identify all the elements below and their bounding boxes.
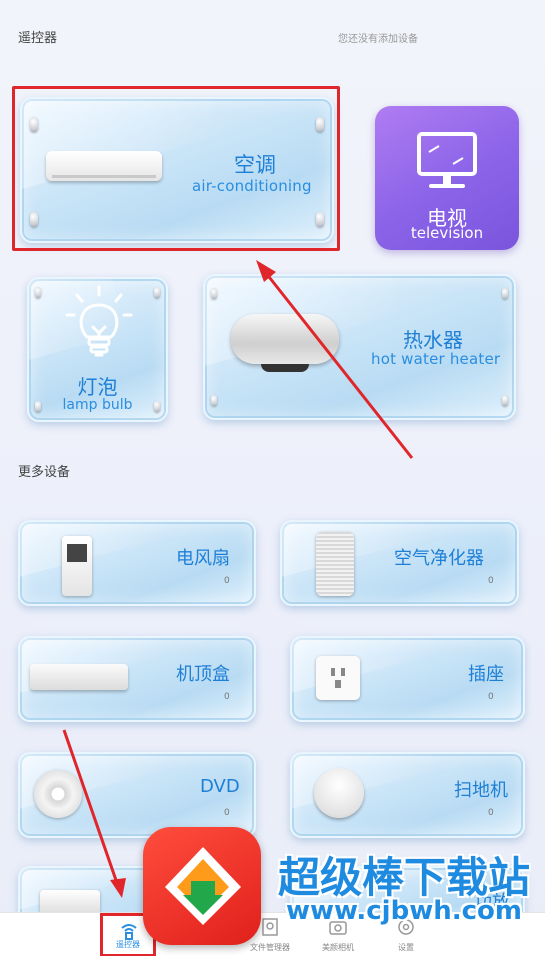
robot-vacuum-count: 0: [488, 808, 494, 818]
dvd-count: 0: [224, 808, 230, 818]
watermark-logo-icon: [143, 827, 261, 945]
monitor-icon: [415, 130, 479, 194]
nav-label-files: 文件管理器: [250, 943, 290, 952]
more-section-title: 更多设备: [18, 465, 71, 480]
pin-icon: [502, 288, 508, 299]
fan-icon: [62, 536, 92, 596]
device-card-socket[interactable]: 插座 0: [290, 636, 525, 722]
fan-count: 0: [224, 576, 230, 586]
lamp-title: 灯泡: [77, 375, 118, 399]
nav-label-camera: 美颜相机: [322, 943, 354, 952]
set-top-box-title: 机顶盒: [176, 664, 230, 685]
device-card-fan[interactable]: 电风扇 0: [18, 520, 256, 606]
pin-icon: [211, 288, 217, 299]
device-card-set-top-box[interactable]: 机顶盒 0: [18, 636, 256, 722]
light-bulb-icon: [59, 283, 139, 363]
file-search-icon: [262, 918, 278, 936]
pin-icon: [35, 287, 41, 298]
pin-icon: [502, 395, 508, 406]
watermark-url: www.cjbwh.com: [286, 896, 522, 926]
socket-title: 插座: [468, 664, 504, 685]
tv-subtitle: television: [410, 224, 484, 242]
robot-vacuum-title: 扫地机: [454, 780, 508, 801]
lamp-subtitle: lamp bulb: [62, 397, 133, 413]
annotation-arrow-icon: [62, 729, 126, 898]
socket-icon: [316, 656, 360, 700]
dvd-title: DVD: [200, 776, 240, 797]
socket-count: 0: [488, 692, 494, 702]
remote-section-title: 遥控器: [18, 31, 58, 46]
device-card-lamp[interactable]: 灯泡 lamp bulb: [27, 277, 168, 422]
nav-label-settings: 设置: [398, 943, 414, 952]
set-top-box-count: 0: [224, 692, 230, 702]
device-card-robot-vacuum[interactable]: 扫地机 0: [290, 752, 525, 838]
device-card-tv[interactable]: 电视 television: [375, 106, 519, 250]
air-purifier-icon: [316, 532, 354, 596]
ac-highlight-box: [12, 86, 340, 251]
robot-vacuum-icon: [314, 768, 364, 818]
annotation-arrow-icon: [256, 260, 414, 459]
air-purifier-count: 0: [488, 576, 494, 586]
pin-icon: [154, 287, 160, 298]
no-device-hint: 您还没有添加设备: [338, 34, 418, 45]
device-card-dvd[interactable]: DVD 0: [18, 752, 256, 838]
wifi-remote-icon: [121, 924, 137, 940]
fan-title: 电风扇: [176, 548, 230, 569]
device-card-air-purifier[interactable]: 空气净化器 0: [280, 520, 519, 606]
nav-label-remote: 遥控器: [116, 940, 140, 949]
set-top-box-icon: [30, 664, 128, 690]
air-purifier-title: 空气净化器: [394, 548, 484, 569]
pin-icon: [211, 395, 217, 406]
